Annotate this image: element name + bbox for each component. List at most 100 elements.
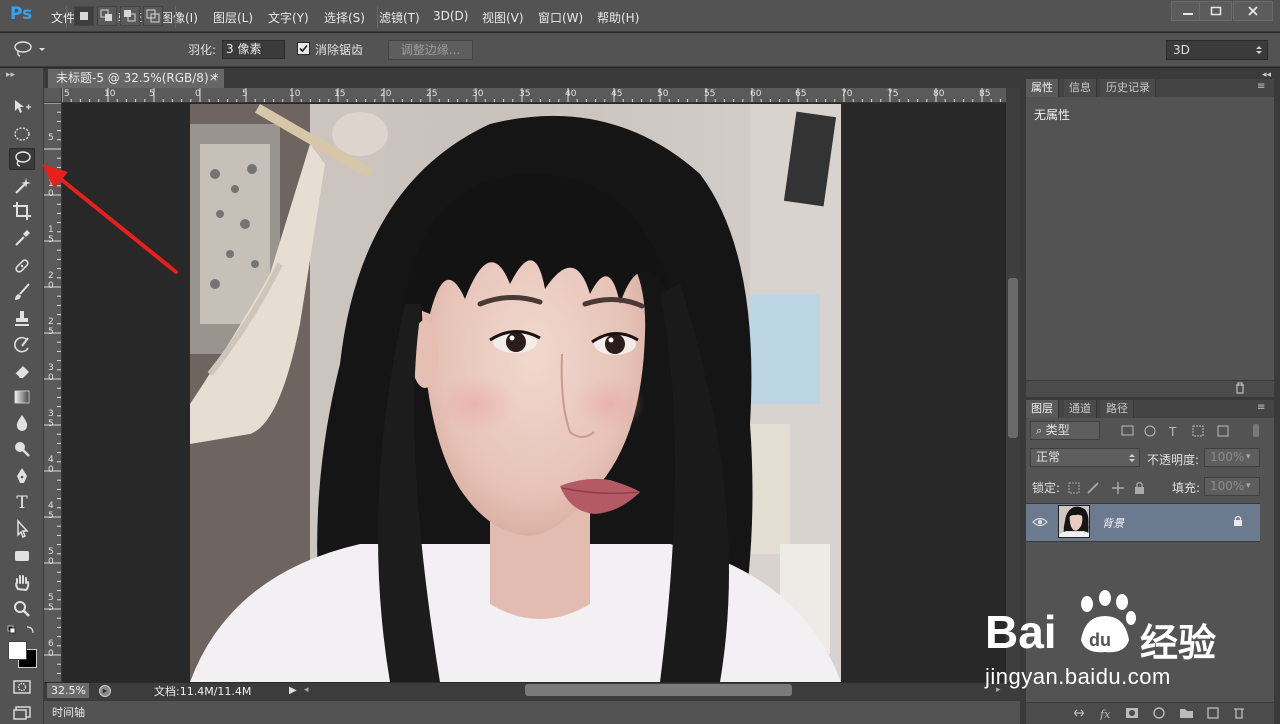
document-tab[interactable]: 未标题-5 @ 32.5%(RGB/8) * × — [47, 68, 225, 88]
visibility-eye-icon[interactable] — [1032, 516, 1048, 531]
add-selection-button[interactable] — [97, 6, 117, 26]
type-tool[interactable]: T — [9, 492, 35, 514]
lock-position-icon[interactable] — [1112, 482, 1124, 494]
menu-filter[interactable]: 滤镜(T) — [379, 9, 420, 26]
workspace-select[interactable]: 3D — [1166, 40, 1268, 60]
ruler-label: 65 — [795, 89, 807, 99]
smart-object-filter-icon[interactable] — [1217, 425, 1229, 437]
new-layer-icon[interactable] — [1207, 707, 1219, 719]
shape-filter-icon[interactable] — [1192, 425, 1204, 437]
restore-button[interactable] — [1199, 1, 1232, 21]
lock-all-icon[interactable] — [1135, 487, 1144, 494]
default-colors-button[interactable] — [7, 624, 37, 639]
horizontal-scroll-thumb[interactable] — [525, 684, 792, 696]
tab-history[interactable]: 历史记录 — [1101, 79, 1156, 97]
shape-tool[interactable] — [9, 545, 35, 567]
delete-icon[interactable] — [1234, 382, 1246, 397]
dodge-tool[interactable] — [9, 438, 35, 460]
vertical-scroll-thumb[interactable] — [1008, 278, 1018, 438]
horizontal-ruler[interactable]: 5 10 5 0 5 10 15 20 25 30 35 40 45 50 55 60 65 70 75 80 85 — [62, 88, 1006, 103]
status-menu-icon — [99, 685, 111, 697]
fill-input[interactable]: 100% — [1204, 477, 1260, 496]
menu-3d[interactable]: 3D(D) — [433, 9, 468, 23]
menu-type[interactable]: 文字(Y) — [268, 9, 309, 26]
foreground-color-swatch[interactable] — [8, 641, 27, 660]
marquee-tool[interactable] — [9, 123, 35, 145]
tab-info[interactable]: 信息 — [1064, 79, 1097, 97]
filter-toggle-icon[interactable] — [1253, 424, 1259, 437]
brush-tool[interactable] — [9, 281, 35, 303]
delete-layer-icon[interactable] — [1234, 708, 1244, 719]
layer-name[interactable]: 背景 — [1102, 515, 1124, 531]
search-icon: ⌕ — [1036, 424, 1046, 437]
text-filter-icon[interactable]: T — [1168, 425, 1177, 439]
close-tab-button[interactable]: × — [209, 69, 218, 87]
new-group-icon[interactable] — [1180, 709, 1193, 718]
tab-layers[interactable]: 图层 — [1026, 400, 1059, 418]
intersect-selection-button[interactable] — [143, 6, 163, 26]
zoom-tool[interactable] — [9, 598, 35, 620]
watermark-brand-suffix: 经验 — [1140, 621, 1217, 665]
blend-mode-select[interactable]: 正常 — [1030, 448, 1140, 467]
pixel-filter-icon[interactable] — [1121, 425, 1134, 436]
timeline-tab[interactable]: 时间轴 — [52, 704, 85, 720]
layer-filter-select[interactable]: ⌕ 类型 — [1030, 421, 1100, 440]
swap-colors-icon — [7, 625, 34, 634]
status-arrow-icon[interactable]: ▶ — [289, 685, 297, 696]
screen-mode-icon — [13, 706, 31, 720]
menu-select[interactable]: 选择(S) — [324, 9, 365, 26]
zoom-level-field[interactable]: 32.5% — [47, 683, 89, 698]
tool-preset-picker[interactable] — [10, 40, 50, 61]
menu-image[interactable]: 图像(I) — [161, 9, 198, 26]
panel-menu-icon[interactable]: ≡ — [1257, 81, 1265, 92]
layer-style-icon[interactable]: fx — [1099, 708, 1111, 721]
adjustment-filter-icon[interactable] — [1144, 425, 1156, 437]
menu-view[interactable]: 视图(V) — [482, 9, 524, 26]
clone-stamp-tool[interactable] — [9, 308, 35, 330]
pen-tool[interactable] — [9, 465, 35, 487]
magic-wand-tool[interactable] — [9, 175, 35, 197]
tab-properties[interactable]: 属性 — [1026, 79, 1059, 97]
options-separator — [175, 6, 176, 28]
new-selection-button[interactable] — [74, 6, 94, 26]
blend-mode-value: 正常 — [1036, 450, 1061, 464]
gradient-tool[interactable] — [9, 386, 35, 408]
close-window-button[interactable] — [1233, 1, 1273, 21]
move-tool[interactable] — [9, 96, 35, 118]
ruler-origin[interactable] — [44, 88, 62, 103]
menu-layer[interactable]: 图层(L) — [213, 9, 253, 26]
tab-channels[interactable]: 通道 — [1064, 400, 1097, 418]
healing-brush-tool[interactable] — [9, 255, 35, 277]
path-selection-tool[interactable] — [9, 518, 35, 540]
lock-pixels-icon[interactable] — [1087, 482, 1099, 494]
hand-tool[interactable] — [9, 572, 35, 594]
blur-tool[interactable] — [9, 412, 35, 434]
quick-mask-button[interactable] — [9, 676, 35, 698]
refine-edge-button[interactable]: 调整边缘... — [388, 40, 473, 60]
eraser-tool[interactable] — [9, 360, 35, 382]
scroll-left-icon[interactable]: ◂ — [304, 685, 309, 695]
lasso-tool[interactable] — [9, 148, 35, 170]
chevron-down-icon[interactable]: ▾ — [1246, 481, 1251, 491]
opacity-input[interactable]: 100% — [1204, 448, 1260, 467]
chevron-down-icon[interactable]: ▾ — [1246, 452, 1251, 462]
collapse-panel-icon[interactable]: ▸▸ — [6, 70, 15, 80]
subtract-selection-button[interactable] — [120, 6, 140, 26]
status-menu-button[interactable] — [98, 684, 112, 701]
eyedropper-tool[interactable] — [9, 227, 35, 249]
photo-canvas[interactable] — [190, 104, 841, 682]
lock-transparent-icon[interactable] — [1068, 482, 1080, 494]
layers-menu-icon[interactable]: ≡ — [1257, 402, 1265, 413]
tab-paths[interactable]: 路径 — [1101, 400, 1134, 418]
crop-tool[interactable] — [9, 200, 35, 222]
ruler-label: 25 — [48, 317, 54, 337]
antialias-checkbox[interactable] — [297, 42, 310, 55]
screen-mode-button[interactable] — [9, 702, 35, 724]
history-brush-tool[interactable] — [9, 334, 35, 356]
link-layers-icon[interactable] — [1074, 709, 1084, 717]
adjustment-layer-icon[interactable] — [1153, 707, 1165, 719]
menu-help[interactable]: 帮助(H) — [597, 9, 639, 26]
feather-input[interactable]: 3 像素 — [222, 40, 285, 59]
gradient-icon — [14, 390, 30, 404]
menu-window[interactable]: 窗口(W) — [538, 9, 583, 26]
